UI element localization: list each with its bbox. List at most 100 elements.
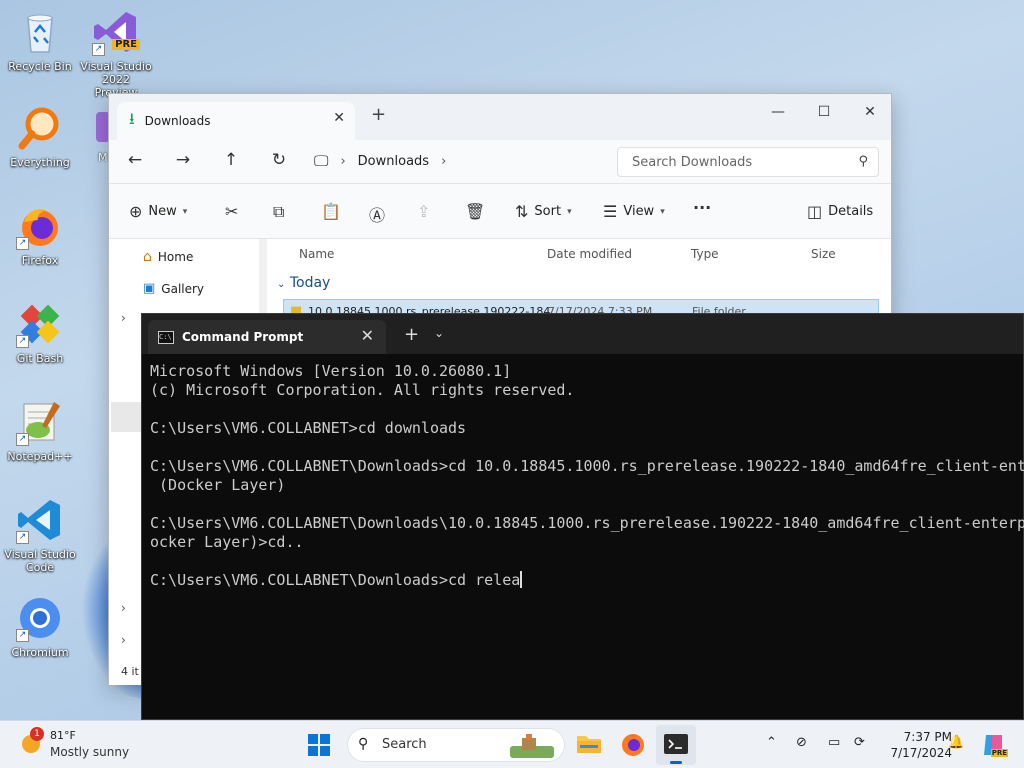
- desktop-icon-git-bash[interactable]: ↗ Git Bash: [4, 296, 76, 378]
- maximize-icon[interactable]: ☐: [801, 98, 847, 126]
- cmd-icon: C:\: [158, 330, 174, 344]
- taskbar-firefox[interactable]: [620, 731, 646, 760]
- up-arrow-icon[interactable]: ↑: [219, 150, 243, 170]
- explorer-tab-downloads[interactable]: ⭳ Downloads ✕: [117, 102, 355, 140]
- more-options-button[interactable]: ···: [693, 198, 711, 217]
- sidebar-item-label: Gallery: [161, 281, 205, 296]
- desktop-icon-notepad-plus-plus[interactable]: ↗ Notepad++: [4, 394, 76, 476]
- expand-chevron-icon[interactable]: ›: [121, 311, 126, 325]
- copy-button[interactable]: ⧉: [273, 202, 284, 222]
- firefox-icon: ↗: [16, 202, 64, 250]
- tray-chevron-up-icon[interactable]: ⌃: [766, 735, 777, 750]
- terminal-line: C:\Users\VM6.COLLABNET\Downloads\10.0.18…: [150, 514, 1024, 532]
- shortcut-arrow-icon: ↗: [16, 237, 29, 250]
- column-header-size[interactable]: Size: [811, 247, 836, 261]
- share-button[interactable]: ⇪: [417, 202, 430, 221]
- sort-icon: ⇅: [515, 202, 529, 221]
- git-bash-icon: ↗: [16, 300, 64, 348]
- weather-widget[interactable]: 1 81°F Mostly sunny: [18, 727, 129, 759]
- notification-bell-icon[interactable]: 🔔: [948, 735, 964, 750]
- chevron-down-icon[interactable]: ⌄: [434, 326, 444, 340]
- clock-time: 7:37 PM: [903, 730, 952, 744]
- group-header-today[interactable]: ⌄ Today: [277, 275, 330, 291]
- sort-button[interactable]: ⇅ Sort ▾: [515, 202, 572, 221]
- folder-icon: [577, 736, 601, 753]
- taskbar-search-box[interactable]: ⚲ Search: [347, 728, 565, 762]
- terminal-line: C:\Users\VM6.COLLABNET\Downloads>cd 10.0…: [150, 457, 1024, 475]
- desktop-icon-label: Git Bash: [16, 352, 64, 365]
- terminal-current-line[interactable]: C:\Users\VM6.COLLABNET\Downloads>cd rele…: [150, 571, 1024, 590]
- view-button[interactable]: ☰ View ▾: [603, 202, 665, 221]
- paste-button[interactable]: 📋: [321, 202, 341, 221]
- desktop-icon-partial[interactable]: M: [90, 108, 110, 172]
- text-cursor: [520, 571, 523, 588]
- gallery-icon: ▣: [143, 281, 156, 296]
- chevron-down-icon: ▾: [660, 206, 665, 217]
- column-header-name[interactable]: Name: [299, 247, 334, 261]
- start-button[interactable]: [307, 733, 331, 760]
- desktop-icon-everything[interactable]: Everything: [4, 100, 76, 182]
- desktop-icon-recycle-bin[interactable]: Recycle Bin: [4, 4, 76, 86]
- clock-date: 7/17/2024: [890, 746, 952, 760]
- desktop-icon-chromium[interactable]: ↗ Chromium: [4, 590, 76, 672]
- explorer-tab-bar: ⭳ Downloads ✕ + — ☐ ✕: [109, 94, 891, 140]
- close-tab-icon[interactable]: ✕: [333, 110, 345, 126]
- new-button[interactable]: ⊕ New ▾: [129, 202, 187, 221]
- recycle-bin-icon: [16, 8, 64, 56]
- close-window-icon[interactable]: ✕: [847, 98, 893, 126]
- new-tab-icon[interactable]: +: [371, 104, 386, 125]
- minimize-icon[interactable]: —: [755, 98, 801, 126]
- rename-button[interactable]: Ⓐ: [369, 202, 385, 226]
- desktop-icon-firefox[interactable]: ↗ Firefox: [4, 198, 76, 280]
- expand-chevron-icon[interactable]: ›: [121, 601, 126, 615]
- windows-logo-icon: [308, 734, 330, 756]
- desktop-icon-visual-studio-preview[interactable]: PRE ↗ Visual Studio 2022 Preview: [80, 4, 152, 99]
- chevron-right-icon: ›: [441, 153, 447, 169]
- explorer-command-bar: ⊕ New ▾ ✂ ⧉ 📋 Ⓐ ⇪ 🗑 ⇅ Sort ▾ ☰ View ▾ ··…: [109, 184, 891, 239]
- copilot-button[interactable]: PRE: [980, 731, 1008, 759]
- sync-icon[interactable]: ⟳: [854, 735, 865, 750]
- taskbar-clock[interactable]: 7:37 PM 7/17/2024: [880, 729, 952, 761]
- sidebar-item-home[interactable]: ⌂ Home: [143, 249, 193, 265]
- taskbar-file-explorer[interactable]: [576, 731, 602, 758]
- explorer-tab-title: Downloads: [144, 114, 211, 128]
- close-tab-icon[interactable]: ✕: [361, 326, 374, 345]
- group-label: Today: [289, 275, 331, 291]
- back-arrow-icon[interactable]: ←: [123, 150, 147, 170]
- monitor-icon: 🖵: [314, 152, 329, 170]
- network-offline-icon[interactable]: ⊘: [796, 735, 807, 750]
- details-button[interactable]: ◫ Details: [807, 202, 873, 221]
- explorer-address-bar: ← → ↑ ↻ 🖵 › Downloads › Search Downloads…: [109, 140, 891, 184]
- delete-button[interactable]: 🗑: [465, 202, 485, 221]
- column-header-type[interactable]: Type: [691, 247, 719, 261]
- column-header-date[interactable]: Date modified: [547, 247, 632, 261]
- expand-chevron-icon[interactable]: ›: [121, 633, 126, 647]
- cut-button[interactable]: ✂: [225, 202, 238, 221]
- search-placeholder: Search Downloads: [632, 155, 753, 170]
- scissors-icon: ✂: [225, 202, 239, 221]
- taskbar-terminal[interactable]: [656, 725, 696, 765]
- sidebar-item-gallery[interactable]: ▣ Gallery: [143, 281, 204, 296]
- new-tab-icon[interactable]: +: [404, 324, 419, 345]
- breadcrumb-downloads[interactable]: Downloads: [358, 154, 429, 169]
- terminal-tab-command-prompt[interactable]: C:\ Command Prompt ✕: [148, 320, 386, 354]
- taskbar: 1 81°F Mostly sunny ⚲ Search ⌃ ⊘ ▭ ⟳ 7:3…: [0, 720, 1024, 768]
- refresh-icon[interactable]: ↻: [267, 150, 291, 170]
- terminal-output[interactable]: Microsoft Windows [Version 10.0.26080.1]…: [150, 362, 1024, 717]
- terminal-icon: [664, 734, 688, 754]
- desktop-icon-vscode[interactable]: ↗ Visual Studio Code: [4, 492, 76, 574]
- weather-description: Mostly sunny: [50, 745, 130, 759]
- details-pane-icon: ◫: [807, 202, 823, 221]
- breadcrumb[interactable]: 🖵 › Downloads ›: [314, 152, 446, 170]
- search-icon: ⚲: [358, 736, 369, 752]
- new-label: New: [148, 204, 177, 219]
- search-downloads-input[interactable]: Search Downloads ⚲: [617, 147, 879, 177]
- command-prompt-window[interactable]: C:\ Command Prompt ✕ + ⌄ Microsoft Windo…: [141, 313, 1024, 720]
- desktop-icon-label: Firefox: [21, 254, 59, 267]
- forward-arrow-icon[interactable]: →: [171, 150, 195, 170]
- display-icon[interactable]: ▭: [828, 735, 840, 750]
